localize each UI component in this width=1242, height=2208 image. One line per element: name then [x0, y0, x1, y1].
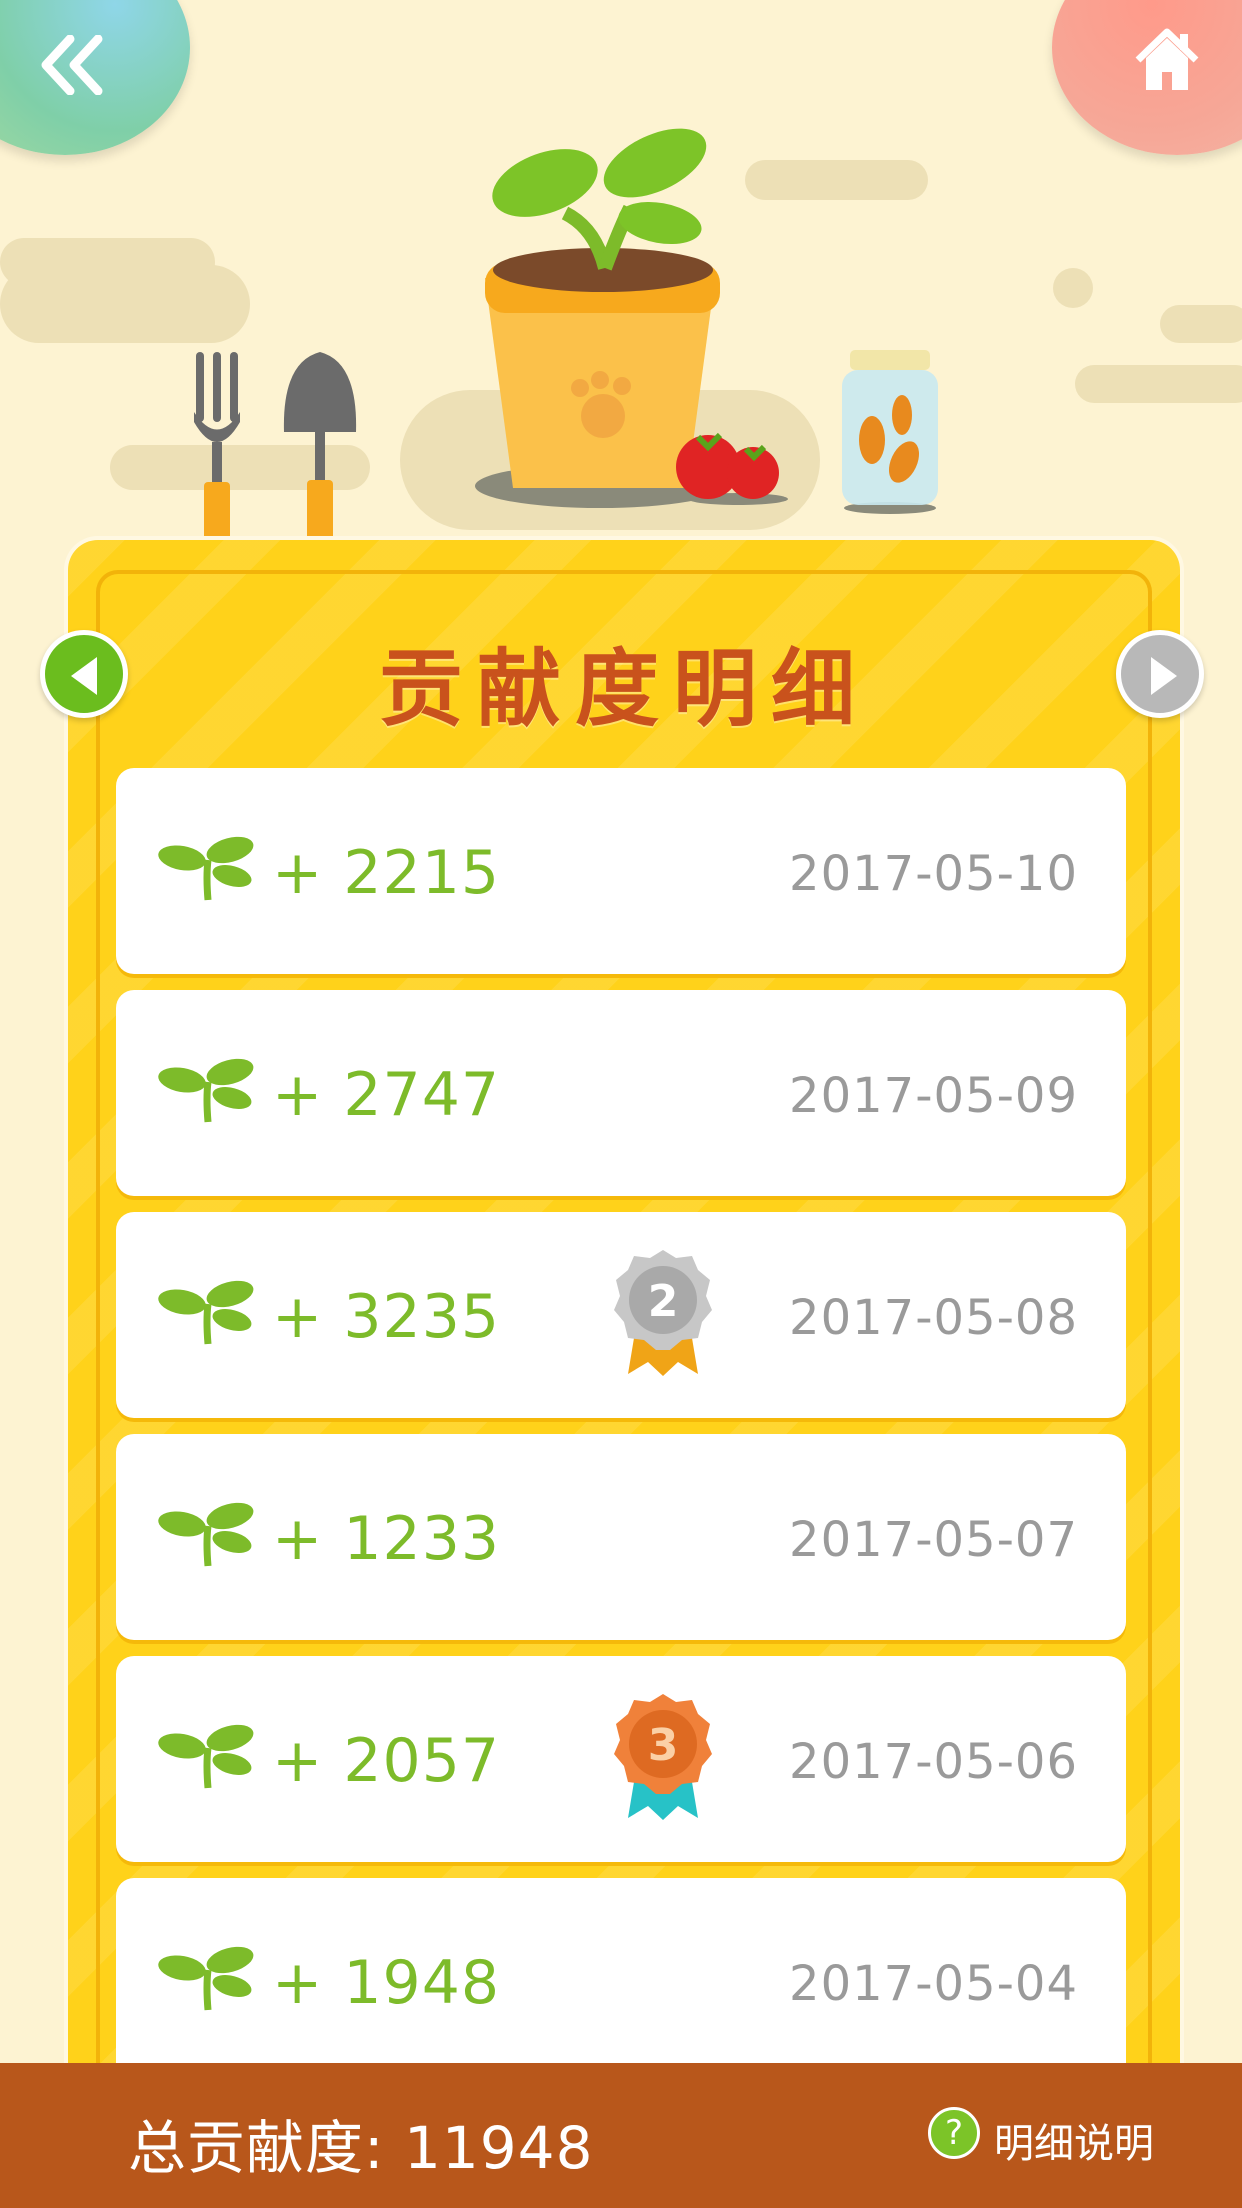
contribution-list: + 2215 2017-05-10 + 2747 2017-05-09 + 32… — [116, 768, 1126, 2100]
next-button[interactable] — [1116, 630, 1204, 718]
contribution-amount: + 1233 — [272, 1504, 501, 1574]
bronze-medal-icon: 3 — [614, 1694, 712, 1820]
contribution-date: 2017-05-10 — [789, 846, 1078, 902]
cloud — [1160, 305, 1242, 343]
sprout-icon — [158, 1724, 254, 1789]
medal-rank: 2 — [648, 1276, 679, 1327]
garden-fork-icon — [194, 352, 240, 540]
list-item[interactable]: + 1233 2017-05-07 — [116, 1434, 1126, 1640]
seed-jar-icon — [842, 350, 938, 514]
contribution-date: 2017-05-09 — [789, 1068, 1078, 1124]
cloud — [1075, 365, 1242, 403]
double-chevron-left-icon — [41, 35, 103, 95]
contribution-date: 2017-05-04 — [789, 1956, 1078, 2012]
trowel-icon — [283, 352, 357, 540]
contribution-amount: + 2215 — [272, 838, 501, 908]
previous-button[interactable] — [40, 630, 128, 718]
triangle-right-icon — [1151, 657, 1177, 695]
list-item[interactable]: + 2057 3 2017-05-06 — [116, 1656, 1126, 1862]
contribution-amount: + 2747 — [272, 1060, 501, 1130]
sprout-icon — [158, 1058, 254, 1123]
card-title: 贡献度明细 — [378, 639, 869, 738]
list-item[interactable]: + 2215 2017-05-10 — [116, 768, 1126, 974]
contribution-date: 2017-05-08 — [789, 1290, 1078, 1346]
cloud — [1053, 268, 1093, 308]
sprout-icon — [158, 836, 254, 901]
sprout-icon — [158, 1280, 254, 1345]
contribution-amount: + 1948 — [272, 1948, 501, 2018]
contribution-amount: + 3235 — [272, 1282, 501, 1352]
cloud — [0, 265, 250, 343]
medal-rank: 3 — [648, 1720, 679, 1771]
home-icon — [1135, 28, 1199, 90]
garden-illustration — [0, 0, 1242, 560]
sprout-icon — [158, 1946, 254, 2011]
contribution-date: 2017-05-07 — [789, 1512, 1078, 1568]
contribution-amount: + 2057 — [272, 1726, 501, 1796]
list-item[interactable]: + 2747 2017-05-09 — [116, 990, 1126, 1196]
triangle-left-icon — [71, 657, 97, 695]
footer-bar: 总贡献度: 11948 ? 明细说明 — [0, 2063, 1242, 2208]
list-item[interactable]: + 3235 2 2017-05-08 — [116, 1212, 1126, 1418]
sprout-icon — [158, 1502, 254, 1567]
contribution-date: 2017-05-06 — [789, 1734, 1078, 1790]
silver-medal-icon: 2 — [614, 1250, 712, 1376]
tomatoes-icon — [676, 432, 788, 505]
total-contribution: 总贡献度: 11948 — [128, 2114, 594, 2182]
details-help-link[interactable]: 明细说明 — [994, 2111, 1154, 2169]
list-item[interactable]: + 1948 2017-05-04 — [116, 1878, 1126, 2084]
question-icon[interactable]: ? — [928, 2107, 980, 2159]
cloud — [745, 160, 928, 200]
